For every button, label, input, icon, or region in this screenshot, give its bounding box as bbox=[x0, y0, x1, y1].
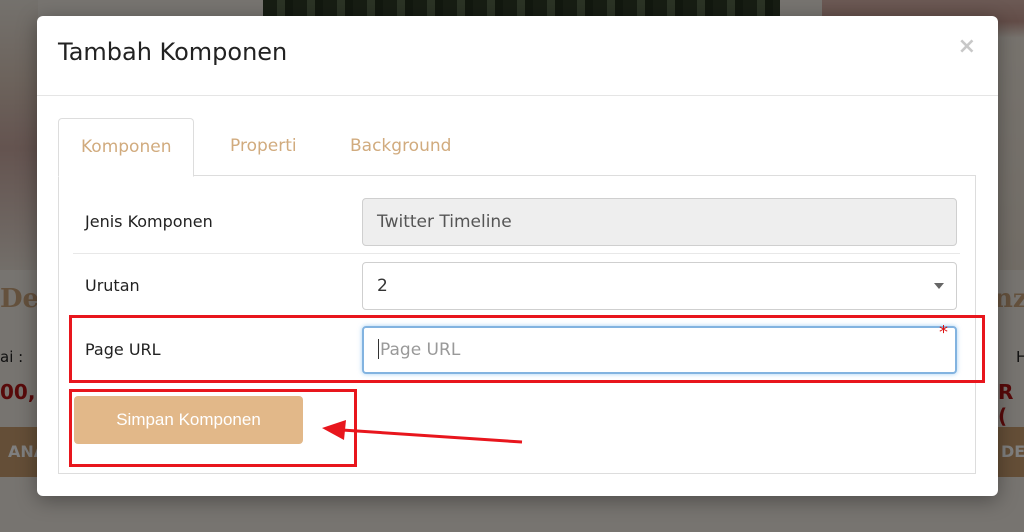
tab-komponen[interactable]: Komponen bbox=[58, 118, 195, 177]
annotation-arrow bbox=[322, 420, 523, 444]
